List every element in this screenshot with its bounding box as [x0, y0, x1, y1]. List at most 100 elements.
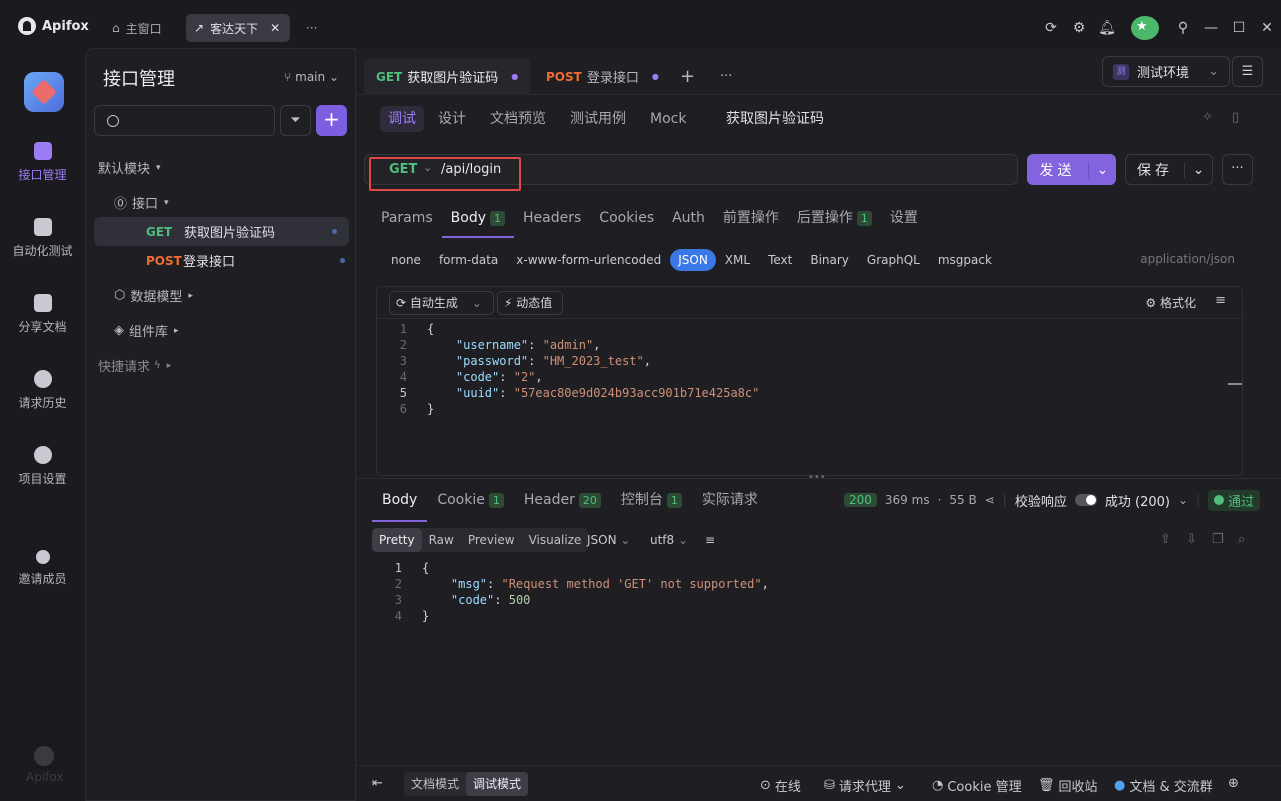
tree-data-model[interactable]: ⬡ 数据模型 ▸ — [86, 281, 357, 310]
environment-selector[interactable]: 测 测试环境 ⌄ — [1102, 56, 1230, 87]
body-type-json[interactable]: JSON — [670, 249, 716, 271]
nav-item-share-docs[interactable]: 分享文档 — [0, 294, 85, 335]
menu-button[interactable]: ☰ — [1232, 56, 1263, 87]
tabs-more-button[interactable]: ··· — [708, 58, 744, 95]
maximize-icon[interactable]: ☐ — [1225, 20, 1253, 36]
body-type-urlencoded[interactable]: x-www-form-urlencoded — [507, 249, 670, 271]
tab-test-cases[interactable]: 测试用例 — [562, 106, 634, 132]
tab-doc-preview[interactable]: 文档预览 — [482, 106, 554, 132]
response-encoding-select[interactable]: utf8 ⌄ — [650, 528, 688, 552]
add-button[interactable]: + — [316, 105, 347, 136]
request-body-editor[interactable]: ⟳ 自动生成 ⌄ ⚡︎ 动态值 ⚙ 格式化 ≡ 1{ 2 "username":… — [376, 286, 1244, 476]
body-type-xml[interactable]: XML — [716, 249, 759, 271]
tab-post-processors[interactable]: 后置操作 1 — [788, 200, 881, 238]
body-type-msgpack[interactable]: msgpack — [929, 249, 1001, 271]
panel-icon[interactable]: ▯ — [1232, 110, 1239, 125]
tree-default-module[interactable]: 默认模块 ▾ — [86, 153, 357, 182]
editor-scrollbar[interactable] — [1228, 383, 1242, 385]
save-button[interactable]: 保存 ⌄ — [1125, 154, 1213, 185]
nav-item-automation[interactable]: 自动化测试 — [0, 218, 85, 259]
tab-auth[interactable]: Auth — [663, 200, 714, 238]
nav-item-history[interactable]: 请求历史 — [0, 370, 85, 411]
request-tab-post-login[interactable]: POST 登录接口 ● — [534, 58, 671, 95]
chevron-down-icon[interactable]: ⌄ — [1184, 161, 1212, 178]
response-tab-cookie[interactable]: Cookie 1 — [427, 486, 514, 522]
scroll-top-icon[interactable]: ⊕ — [1228, 776, 1239, 791]
pin-icon[interactable]: ⚲ — [1169, 20, 1197, 36]
tab-params[interactable]: Params — [372, 200, 442, 238]
body-type-binary[interactable]: Binary — [801, 249, 858, 271]
search-icon[interactable]: ⌕ — [1238, 532, 1245, 547]
tab-mock[interactable]: Mock — [642, 106, 694, 132]
tab-design[interactable]: 设计 — [430, 106, 474, 132]
community-button[interactable]: ● 文档 & 交流群 — [1114, 776, 1213, 795]
response-tab-actual-request[interactable]: 实际请求 — [692, 486, 768, 522]
dynamic-value-button[interactable]: ⚡︎ 动态值 — [497, 291, 563, 315]
validate-toggle[interactable] — [1074, 494, 1097, 506]
copy-icon[interactable]: ❐ — [1212, 532, 1224, 547]
body-type-text[interactable]: Text — [759, 249, 801, 271]
window-tab-project[interactable]: ↗ 客达天下 ✕ — [186, 14, 290, 42]
doc-mode-button[interactable]: 文档模式 — [404, 772, 466, 796]
wrap-icon[interactable]: ≡ — [1215, 293, 1226, 308]
response-body[interactable]: 1{ 2 "msg": "Request method 'GET' not su… — [372, 560, 1244, 746]
minimize-icon[interactable]: — — [1197, 20, 1225, 36]
send-button[interactable]: 发送 ⌄ — [1027, 154, 1116, 185]
view-preview[interactable]: Preview — [461, 528, 522, 552]
more-button[interactable]: ··· — [1222, 154, 1253, 185]
wrap-icon[interactable]: ≡ — [705, 528, 715, 552]
chevron-down-icon[interactable]: ⌄ — [1088, 161, 1116, 178]
body-type-form-data[interactable]: form-data — [430, 249, 507, 271]
close-icon[interactable]: ✕ — [1253, 20, 1281, 36]
collapse-sidebar-icon[interactable]: ⇤ — [372, 776, 383, 791]
tab-body[interactable]: Body 1 — [441, 200, 515, 238]
download-icon[interactable]: ⇩ — [1186, 532, 1197, 547]
tree-quick-request[interactable]: 快捷请求 ϟ ▸ — [86, 351, 357, 380]
avatar[interactable] — [1131, 16, 1159, 40]
nav-item-invite[interactable]: 邀请成员 — [0, 550, 85, 587]
debug-mode-button[interactable]: 调试模式 — [466, 772, 529, 796]
tab-settings[interactable]: 设置 — [881, 200, 927, 238]
tab-headers[interactable]: Headers — [514, 200, 590, 238]
tab-cookies[interactable]: Cookies — [590, 200, 663, 238]
response-tab-header[interactable]: Header 20 — [514, 486, 611, 522]
gear-icon[interactable]: ⚙ — [1065, 20, 1093, 36]
bell-icon[interactable]: 🔔︎ — [1093, 20, 1121, 36]
new-tab-button[interactable]: + — [668, 58, 707, 95]
response-tab-body[interactable]: Body — [372, 486, 428, 522]
upload-icon[interactable]: ⇧ — [1160, 532, 1171, 547]
view-visualize[interactable]: Visualize — [522, 528, 589, 552]
tab-debug[interactable]: 调试 — [380, 106, 424, 132]
proxy-button[interactable]: ⛁ 请求代理 ⌄ — [824, 776, 906, 795]
view-raw[interactable]: Raw — [422, 528, 461, 552]
nav-item-project-settings[interactable]: 项目设置 — [0, 446, 85, 487]
magic-icon[interactable]: ✧ — [1202, 110, 1213, 125]
branch-selector[interactable]: ⑂ main ⌄ — [284, 70, 339, 84]
body-type-none[interactable]: none — [382, 249, 430, 271]
tree-components[interactable]: ◈ 组件库 ▸ — [86, 316, 357, 345]
response-format-select[interactable]: JSON ⌄ — [587, 528, 630, 552]
format-button[interactable]: ⚙ 格式化 — [1145, 294, 1196, 311]
close-tab-icon[interactable]: ✕ — [270, 21, 280, 35]
tree-api-get-captcha[interactable]: GET 获取图片验证码 — [94, 217, 349, 246]
window-more-button[interactable]: ··· — [298, 14, 325, 42]
auto-generate-button[interactable]: ⟳ 自动生成 ⌄ — [389, 291, 494, 315]
nav-item-api-management[interactable]: 接口管理 — [0, 142, 85, 183]
share-icon[interactable]: ⋖ — [985, 493, 995, 507]
filter-button[interactable]: ⏷ — [280, 105, 311, 136]
tree-api-folder[interactable]: ⓪ 接口 ▾ — [86, 188, 357, 217]
response-tab-console[interactable]: 控制台 1 — [611, 486, 692, 522]
online-status[interactable]: ⊙ 在线 — [760, 776, 801, 795]
body-type-graphql[interactable]: GraphQL — [858, 249, 929, 271]
resize-handle[interactable]: ••• — [808, 472, 826, 483]
trash-button[interactable]: 🗑︎ 回收站 — [1038, 776, 1098, 795]
request-tab-get-captcha[interactable]: GET 获取图片验证码 ● — [364, 58, 531, 95]
refresh-icon[interactable]: ⟳ — [1037, 20, 1065, 36]
tree-api-post-login[interactable]: POST 登录接口 — [86, 246, 357, 275]
window-tab-home[interactable]: ⌂ 主窗口 — [104, 14, 170, 42]
search-input[interactable] — [94, 105, 275, 136]
view-pretty[interactable]: Pretty — [372, 528, 422, 552]
project-logo[interactable] — [24, 72, 64, 112]
tab-pre-processors[interactable]: 前置操作 — [714, 200, 788, 238]
cookie-manager-button[interactable]: ◔ Cookie 管理 — [932, 776, 1022, 795]
